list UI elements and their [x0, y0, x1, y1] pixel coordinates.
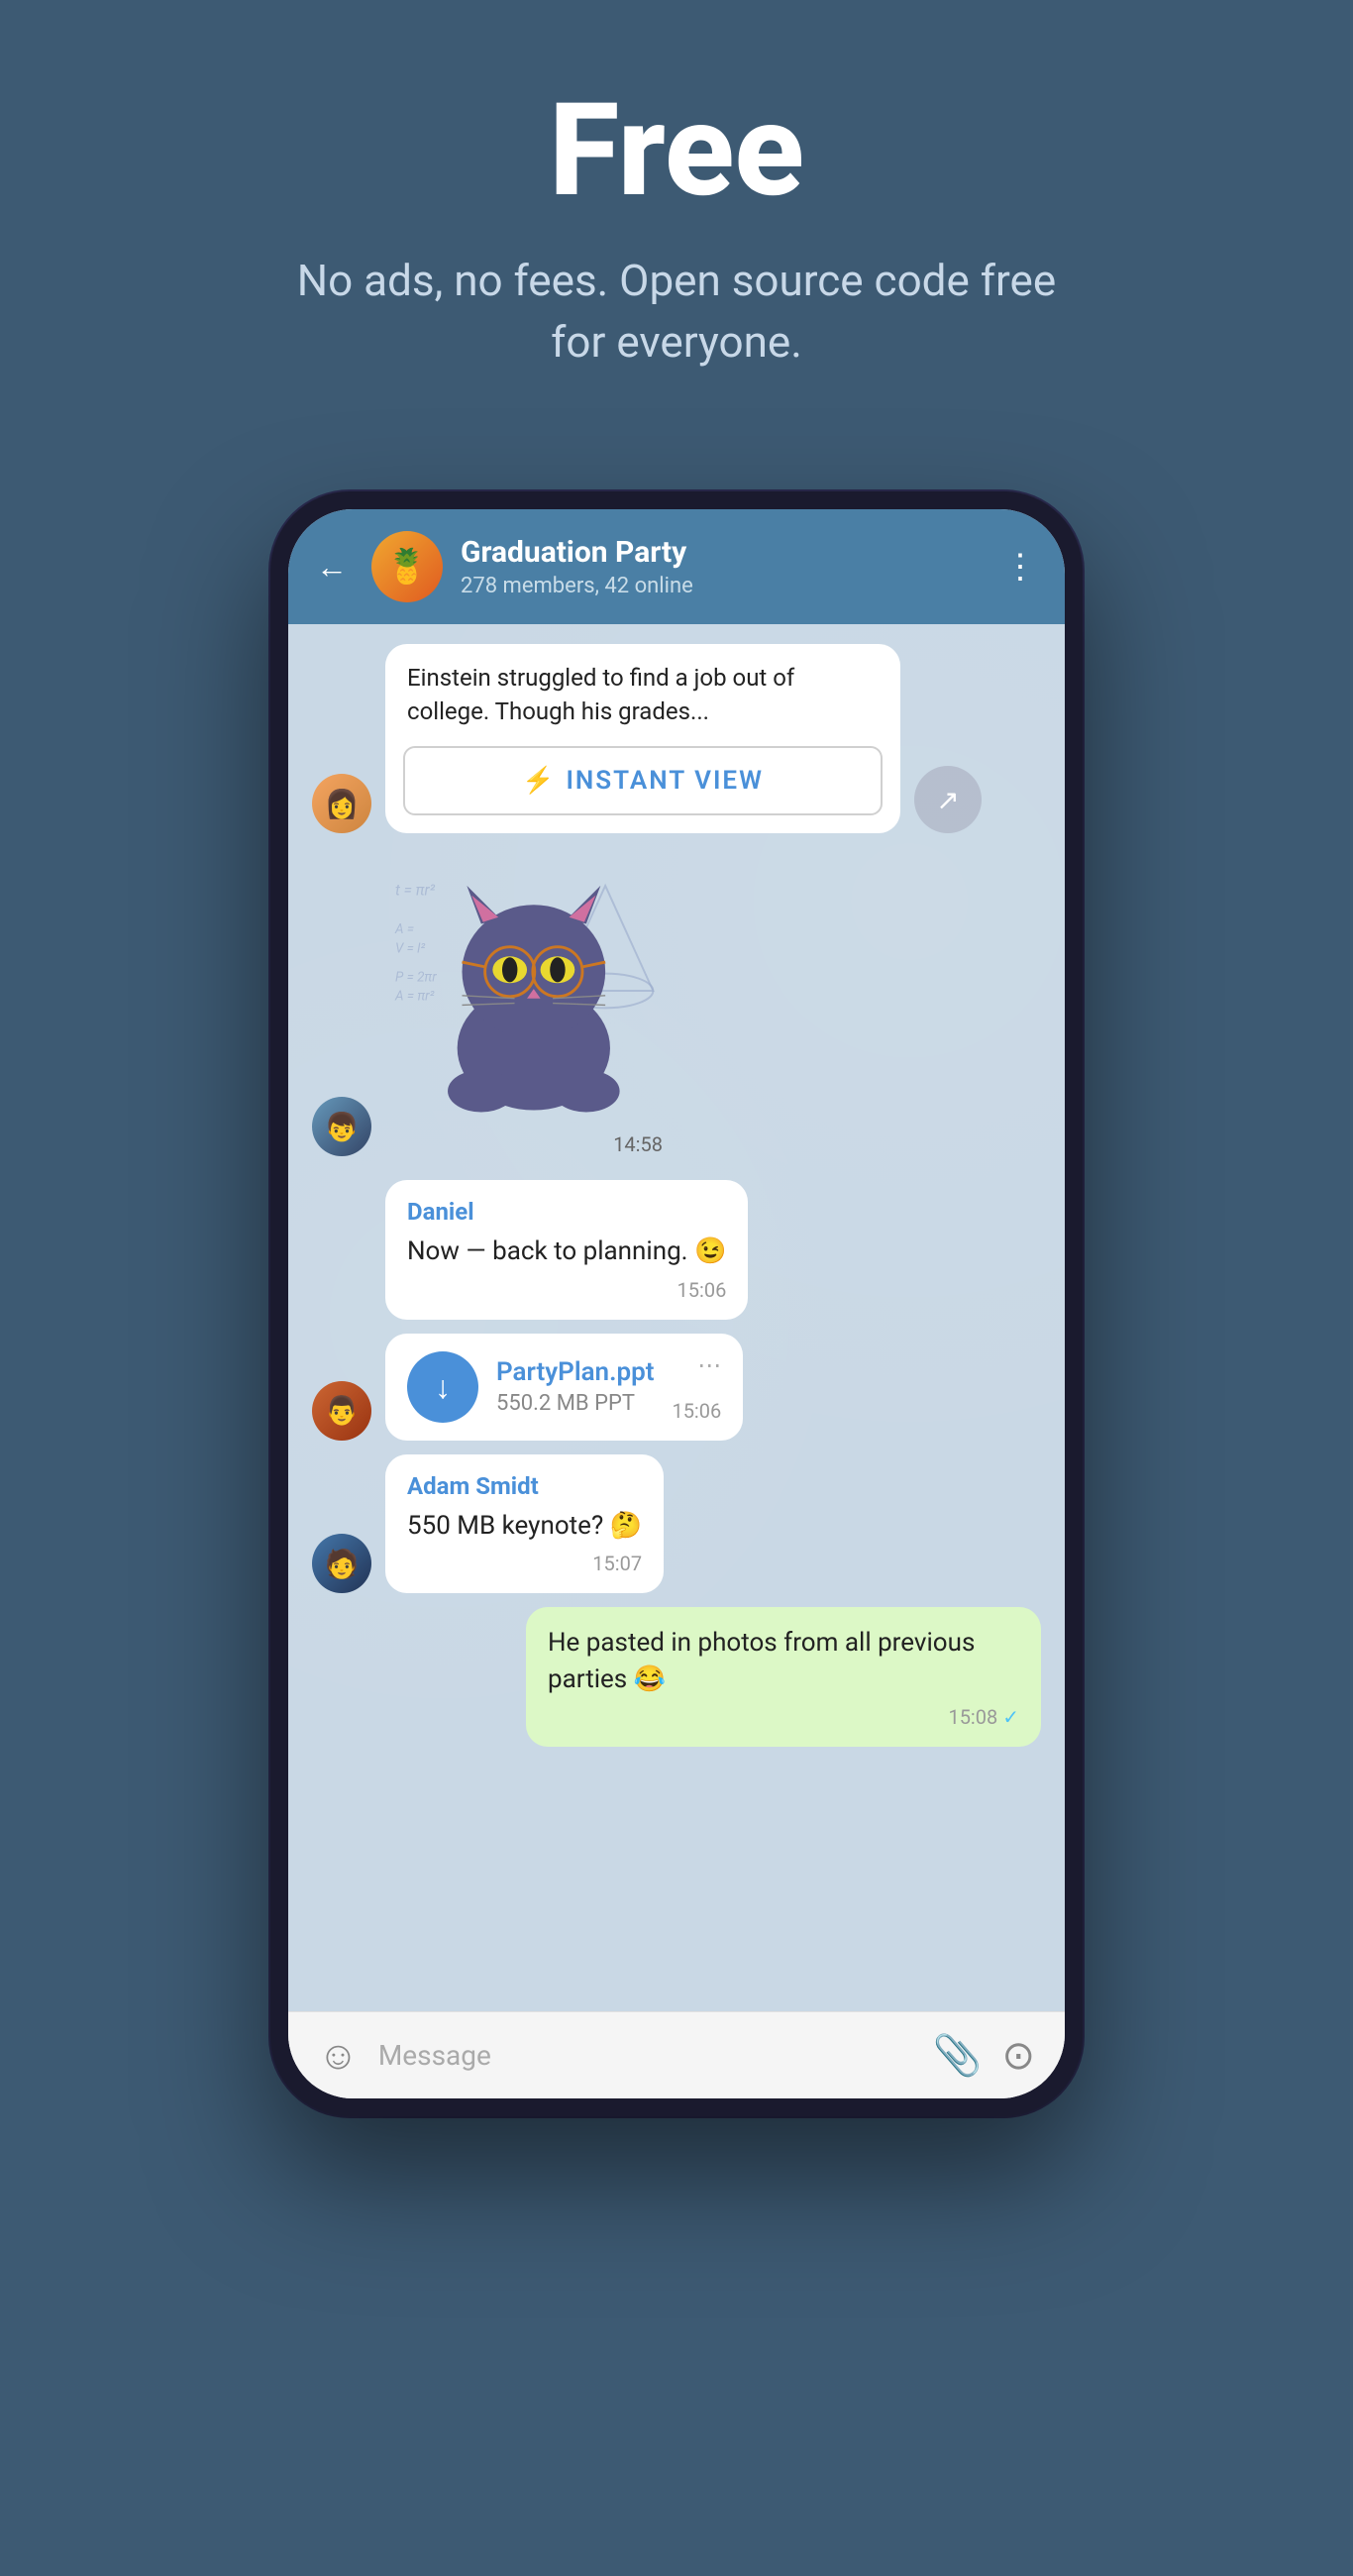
chat-bottom-bar: ☺ Message 📎 ⊙ — [288, 2011, 1065, 2098]
svg-text:P = 2πr: P = 2πr — [395, 970, 437, 986]
file-bubble: ⋯ ↓ PartyPlan.ppt 550.2 MB PPT 15:06 — [385, 1334, 743, 1441]
article-content: Einstein struggled to find a job out of … — [385, 644, 900, 746]
group-avatar: 🍍 — [371, 531, 443, 602]
avatar-boy3: 🧑 — [312, 1534, 371, 1593]
article-text: Einstein struggled to find a job out of … — [407, 662, 879, 728]
phone-shell: ← 🍍 Graduation Party 278 members, 42 onl… — [270, 491, 1083, 2116]
cat-sticker: t = πr² A = V = l² P = 2πr A = πr² s = √… — [385, 857, 673, 1125]
more-button[interactable]: ⋮ — [1003, 547, 1037, 587]
svg-text:A =: A = — [394, 922, 414, 938]
avatar-girl: 👩 — [312, 774, 371, 833]
attach-button[interactable]: 📎 — [933, 2032, 983, 2079]
back-button[interactable]: ← — [316, 548, 348, 586]
group-name: Graduation Party — [461, 535, 986, 570]
message-input-placeholder[interactable]: Message — [378, 2039, 913, 2072]
my-time: 15:08 ✓ — [548, 1705, 1019, 1729]
file-info: PartyPlan.ppt 550.2 MB PPT — [496, 1357, 654, 1416]
my-text: He pasted in photos from all previous pa… — [548, 1625, 1019, 1697]
my-bubble: He pasted in photos from all previous pa… — [526, 1607, 1041, 1747]
file-time: 15:06 — [672, 1399, 721, 1423]
daniel-text: Now — back to planning. 😉 — [407, 1234, 726, 1269]
hero-title: Free — [549, 79, 804, 221]
camera-button[interactable]: ⊙ — [1001, 2032, 1035, 2079]
instant-view-label: INSTANT VIEW — [566, 766, 764, 796]
download-icon: ↓ — [435, 1368, 451, 1406]
chat-body: 👩 Einstein struggled to find a job out o… — [288, 624, 1065, 2011]
article-bubble: Einstein struggled to find a job out of … — [385, 644, 900, 833]
file-name: PartyPlan.ppt — [496, 1357, 654, 1387]
adam-message-row: 🧑 Adam Smidt 550 MB keynote? 🤔 15:07 — [312, 1454, 1041, 1593]
daniel-bubble: Daniel Now — back to planning. 😉 15:06 — [385, 1180, 748, 1319]
svg-text:A = πr²: A = πr² — [394, 989, 435, 1005]
svg-text:t = πr²: t = πr² — [395, 882, 436, 900]
svg-text:V = l²: V = l² — [395, 941, 425, 957]
chat-header-info: Graduation Party 278 members, 42 online — [461, 535, 986, 598]
check-mark: ✓ — [1002, 1705, 1019, 1729]
phone-container: ← 🍍 Graduation Party 278 members, 42 onl… — [270, 491, 1083, 2116]
adam-time: 15:07 — [407, 1552, 642, 1575]
adam-bubble: Adam Smidt 550 MB keynote? 🤔 15:07 — [385, 1454, 664, 1593]
daniel-sender: Daniel — [407, 1198, 726, 1226]
more-icon-file: ⋯ — [697, 1351, 721, 1379]
download-icon-circle[interactable]: ↓ — [407, 1351, 478, 1423]
phone-screen: ← 🍍 Graduation Party 278 members, 42 onl… — [288, 509, 1065, 2098]
instant-view-button[interactable]: ⚡ INSTANT VIEW — [403, 746, 883, 815]
sticker-section: 👦 t = πr² A = V = l² P = 2πr A = πr² — [312, 857, 1041, 1156]
sticker-time: 14:58 — [385, 1132, 673, 1156]
daniel-message-row: Daniel Now — back to planning. 😉 15:06 — [312, 1180, 1041, 1319]
group-meta: 278 members, 42 online — [461, 574, 986, 598]
adam-text: 550 MB keynote? 🤔 — [407, 1508, 642, 1544]
instant-view-icon: ⚡ — [522, 766, 554, 796]
avatar-boy2: 👨 — [312, 1381, 371, 1441]
sticker-bubble-area: t = πr² A = V = l² P = 2πr A = πr² s = √… — [385, 857, 673, 1156]
file-message-row: 👨 ⋯ ↓ PartyPlan.ppt 550.2 MB PPT 15:06 — [312, 1334, 1041, 1441]
adam-sender: Adam Smidt — [407, 1472, 642, 1500]
my-message-row: He pasted in photos from all previous pa… — [312, 1607, 1041, 1747]
file-size: 550.2 MB PPT — [496, 1391, 654, 1416]
emoji-button[interactable]: ☺ — [318, 2032, 359, 2079]
share-button[interactable]: ↗ — [914, 766, 982, 833]
hero-subtitle: No ads, no fees. Open source code free f… — [280, 251, 1073, 373]
group-avatar-icon: 🍍 — [386, 547, 428, 587]
hero-section: Free No ads, no fees. Open source code f… — [0, 0, 1353, 432]
avatar-boy1: 👦 — [312, 1097, 371, 1156]
daniel-time: 15:06 — [407, 1278, 726, 1302]
chat-header: ← 🍍 Graduation Party 278 members, 42 onl… — [288, 509, 1065, 624]
article-message-row: 👩 Einstein struggled to find a job out o… — [312, 644, 1041, 833]
